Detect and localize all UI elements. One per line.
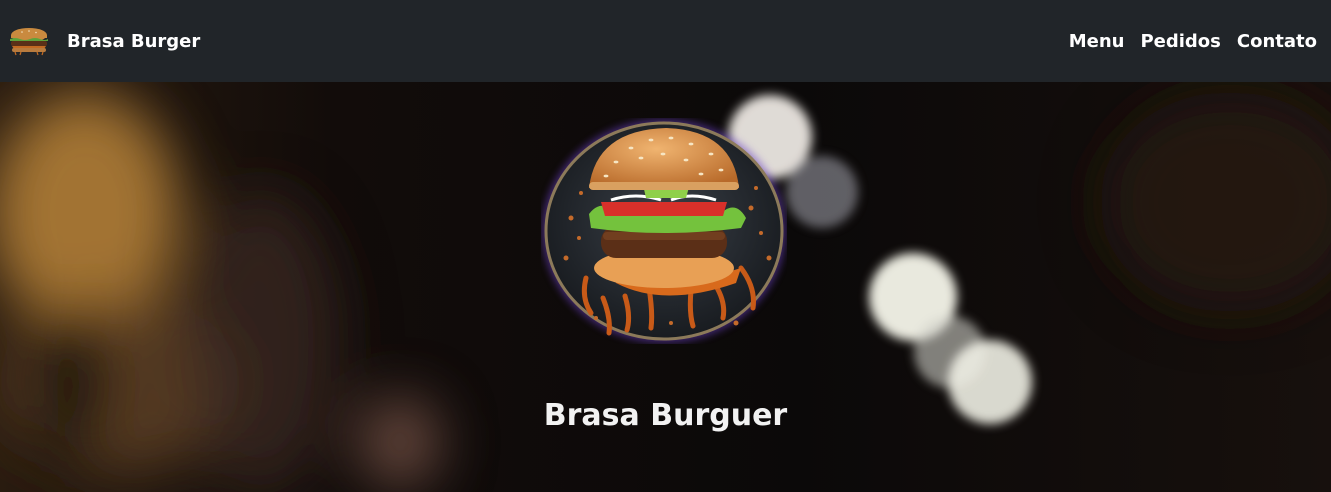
nav-link-menu[interactable]: Menu	[1069, 31, 1125, 52]
hero-title: Brasa Burguer	[543, 398, 788, 433]
nav-link-contato[interactable]: Contato	[1237, 31, 1317, 52]
navbar: Brasa Burger Menu Pedidos Contato	[0, 0, 1331, 82]
brand-name: Brasa Burger	[67, 30, 201, 52]
burger-photo-icon	[542, 119, 786, 343]
burger-icon	[10, 28, 48, 56]
brand-link[interactable]: Brasa Burger	[7, 26, 200, 56]
nav-links: Menu Pedidos Contato	[1069, 31, 1317, 52]
nav-link-pedidos[interactable]: Pedidos	[1140, 31, 1220, 52]
hero-section: Brasa Burguer	[0, 82, 1331, 492]
